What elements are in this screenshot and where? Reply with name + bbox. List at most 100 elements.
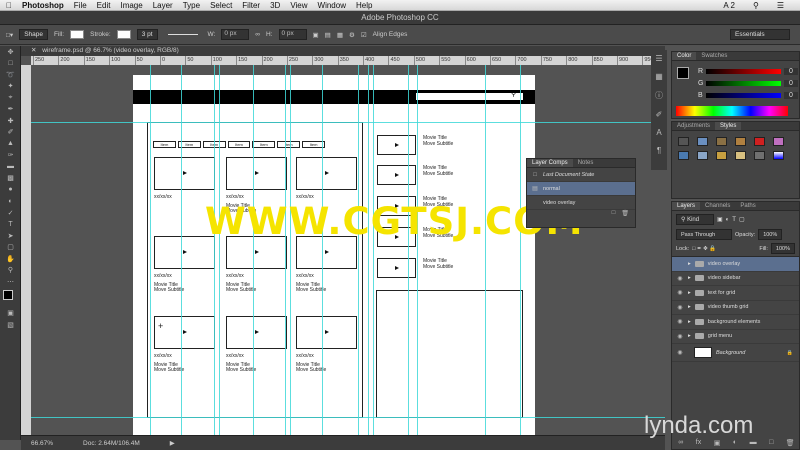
filter-type-icon[interactable]: T <box>732 217 736 223</box>
style-swatch[interactable] <box>735 137 746 146</box>
layer-filter-select[interactable]: ⚲ Kind <box>676 214 714 225</box>
style-swatch[interactable] <box>716 151 727 160</box>
zoom-level[interactable]: 66.67% <box>31 440 53 447</box>
status-arrow-icon[interactable]: ▶ <box>170 439 175 447</box>
paragraph-panel-icon[interactable]: ¶ <box>657 146 661 155</box>
red-slider[interactable] <box>706 68 781 74</box>
tool-preset-icon[interactable]: □▾ <box>6 31 13 39</box>
style-swatch[interactable] <box>678 151 689 160</box>
layer-comp-row[interactable]: video overlay <box>527 196 635 210</box>
red-value[interactable]: 0 <box>784 67 798 75</box>
green-slider[interactable] <box>706 80 781 86</box>
visibility-eye-icon[interactable]: ◉ <box>676 275 684 282</box>
edit-toolbar-icon[interactable]: ⋯ <box>0 276 21 288</box>
canvas-area[interactable]: ⚲ Item Item Item Item Item Item Item xx/… <box>31 65 665 435</box>
filter-adjustment-icon[interactable]: ◐ <box>726 217 730 223</box>
opacity-field[interactable]: 100% <box>758 229 783 240</box>
stroke-swatch[interactable] <box>116 30 131 39</box>
delete-comp-icon[interactable]: 🗑 <box>621 210 629 221</box>
status-badge[interactable]: A 2 <box>723 1 735 10</box>
type-tool-icon[interactable]: T <box>0 219 21 231</box>
expand-arrow-icon[interactable]: ▸ <box>688 319 691 325</box>
brush-panel-icon[interactable]: ✐ <box>656 110 663 119</box>
style-swatch[interactable] <box>773 137 784 146</box>
style-swatch[interactable] <box>697 151 708 160</box>
expand-arrow-icon[interactable]: ▸ <box>688 290 691 296</box>
style-swatch[interactable] <box>754 151 765 160</box>
horizontal-ruler[interactable]: 250 200 150 100 50 0 50 100 150 200 250 300 350 400 45… <box>31 56 665 65</box>
app-menu[interactable]: Photoshop <box>22 1 64 10</box>
link-layers-icon[interactable]: ∞ <box>678 439 683 447</box>
width-field[interactable]: 0 px <box>221 29 250 40</box>
path-selection-tool-icon[interactable]: ➤ <box>0 230 21 242</box>
path-operations-icon[interactable]: ▣ <box>313 31 319 39</box>
lock-icons[interactable]: □ ✒ ✥ 🔒 <box>692 246 716 252</box>
tab-adjustments[interactable]: Adjustments <box>672 122 715 130</box>
list-icon[interactable]: ☰ <box>777 1 784 10</box>
expand-arrow-icon[interactable]: ▸ <box>688 275 691 281</box>
foreground-color-swatch[interactable] <box>3 289 13 300</box>
new-layer-icon[interactable]: □ <box>769 439 773 447</box>
expand-arrow-icon[interactable]: ▸ <box>688 304 691 310</box>
menu-file[interactable]: File <box>74 1 87 10</box>
blur-tool-icon[interactable]: ● <box>0 184 21 196</box>
trash-icon[interactable]: 🗑 <box>786 439 795 447</box>
menu-filter[interactable]: Filter <box>242 1 260 10</box>
zoom-tool-icon[interactable]: ⚲ <box>0 265 21 277</box>
menu-select[interactable]: Select <box>210 1 232 10</box>
menu-edit[interactable]: Edit <box>97 1 111 10</box>
visibility-eye-icon[interactable]: ◉ <box>676 289 684 296</box>
style-swatch[interactable] <box>697 137 708 146</box>
blue-slider[interactable] <box>705 92 781 98</box>
adjustment-layer-icon[interactable]: ◐ <box>733 439 737 447</box>
menu-layer[interactable]: Layer <box>153 1 173 10</box>
crop-tool-icon[interactable]: ⌖ <box>0 92 21 104</box>
layer-row[interactable]: ◉ ▸ video thumb grid <box>672 301 799 315</box>
rectangle-tool-icon[interactable]: ▢ <box>0 242 21 254</box>
style-swatch[interactable] <box>773 151 784 160</box>
menu-3d[interactable]: 3D <box>270 1 280 10</box>
stroke-type-select[interactable] <box>167 34 198 35</box>
history-brush-tool-icon[interactable]: ✑ <box>0 150 21 162</box>
screen-mode-icon[interactable]: ▧ <box>0 319 21 331</box>
properties-panel-icon[interactable]: ▦ <box>655 72 663 81</box>
character-panel-icon[interactable]: A <box>656 128 661 137</box>
visibility-eye-icon[interactable]: ◉ <box>676 333 684 340</box>
eyedropper-tool-icon[interactable]: ✒ <box>0 104 21 116</box>
visibility-eye-icon[interactable]: ◉ <box>676 349 684 356</box>
menu-window[interactable]: Window <box>318 1 346 10</box>
style-swatch[interactable] <box>754 137 765 146</box>
quick-mask-icon[interactable]: ▣ <box>0 308 21 320</box>
workspace-select[interactable]: Essentials <box>730 29 790 40</box>
brush-tool-icon[interactable]: ✐ <box>0 127 21 139</box>
tab-swatches[interactable]: Swatches <box>696 52 732 60</box>
path-arrangement-icon[interactable]: ▦ <box>337 31 343 39</box>
layer-row[interactable]: ◉ Background 🔒 <box>672 344 799 362</box>
document-tab[interactable]: ✕ wireframe.psd @ 66.7% (video overlay, … <box>21 46 665 56</box>
layer-comp-row[interactable]: □ Last Document State <box>527 168 635 182</box>
new-group-icon[interactable]: ▬ <box>750 439 757 447</box>
menu-image[interactable]: Image <box>120 1 142 10</box>
filter-pixel-icon[interactable]: ▣ <box>717 216 723 223</box>
tab-color[interactable]: Color <box>672 52 697 60</box>
menu-view[interactable]: View <box>290 1 307 10</box>
menu-type[interactable]: Type <box>183 1 200 10</box>
layer-row[interactable]: ◉ ▸ grid menu <box>672 330 799 344</box>
gradient-tool-icon[interactable]: ▩ <box>0 173 21 185</box>
spotlight-search-icon[interactable]: ⚲ <box>753 1 759 10</box>
color-spectrum[interactable] <box>676 106 788 116</box>
history-panel-icon[interactable]: ☰ <box>655 54 662 63</box>
clone-stamp-tool-icon[interactable]: ▲ <box>0 138 21 150</box>
mask-icon[interactable]: ▣ <box>714 439 721 447</box>
layer-row[interactable]: ◉ ▸ background elements <box>672 315 799 330</box>
tab-layers[interactable]: Layers <box>672 202 701 210</box>
lasso-tool-icon[interactable]: ➰ <box>0 69 21 81</box>
visibility-eye-icon[interactable]: ◉ <box>676 318 684 325</box>
layer-row[interactable]: ▸ video overlay <box>672 257 799 272</box>
green-value[interactable]: 0 <box>784 79 798 87</box>
expand-arrow-icon[interactable]: ▸ <box>688 261 691 267</box>
style-swatch[interactable] <box>735 151 746 160</box>
fill-swatch[interactable] <box>70 30 85 39</box>
visibility-eye-icon[interactable]: ◉ <box>676 304 684 311</box>
fx-icon[interactable]: fx <box>696 439 701 447</box>
